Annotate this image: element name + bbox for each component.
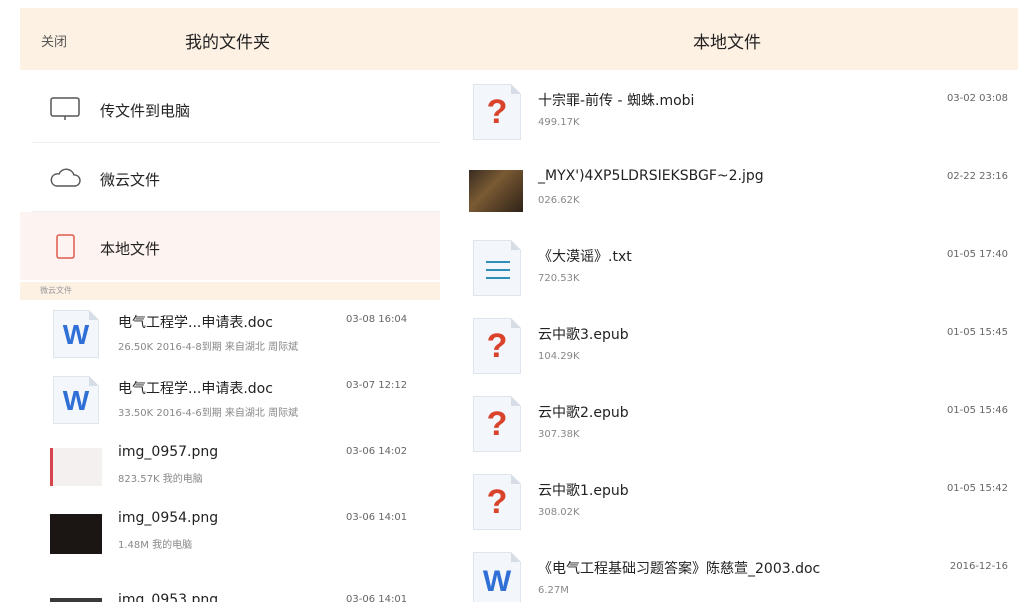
word-doc-icon: W bbox=[50, 310, 102, 358]
file-name: img_0953.png bbox=[118, 592, 219, 602]
word-doc-icon: W bbox=[469, 552, 525, 602]
sidebar-item-local-files[interactable]: 本地文件 bbox=[20, 212, 440, 280]
unknown-file-icon: ? bbox=[469, 396, 525, 452]
file-size: 307.38K bbox=[538, 429, 580, 440]
list-item[interactable]: W 《电气工程基础习题答案》陈慈萱_2003.doc 6.27M 2016-12… bbox=[455, 540, 1030, 602]
sidebar-item-weiyun[interactable]: 微云文件 bbox=[20, 143, 440, 211]
folder-sidebar: 传文件到电脑 微云文件 本地文件 微云文件 W 电气工程学...申请表.doc … bbox=[20, 70, 440, 602]
sidebar-item-label: 本地文件 bbox=[100, 240, 161, 258]
file-date: 01-05 15:45 bbox=[946, 327, 1008, 338]
file-name: _MYX')4XP5LDRSIEKSBGF~2.jpg bbox=[538, 168, 764, 184]
sidebar-item-label: 微云文件 bbox=[100, 171, 161, 189]
close-button[interactable]: 关闭 bbox=[41, 31, 67, 50]
file-date: 03-02 03:08 bbox=[946, 93, 1008, 104]
file-name: 云中歌2.epub bbox=[538, 405, 629, 421]
file-name: img_0954.png bbox=[118, 510, 219, 526]
list-item[interactable]: _MYX')4XP5LDRSIEKSBGF~2.jpg 026.62K 02-2… bbox=[455, 150, 1030, 228]
file-name: 十宗罪-前传 - 蜘蛛.mobi bbox=[538, 93, 695, 109]
unknown-file-icon: ? bbox=[469, 474, 525, 530]
sidebar-item-label: 传文件到电脑 bbox=[100, 102, 191, 120]
list-item[interactable]: ? 十宗罪-前传 - 蜘蛛.mobi 499.17K 03-02 03:08 bbox=[455, 72, 1030, 150]
list-item[interactable]: ? 云中歌3.epub 104.29K 01-05 15:45 bbox=[455, 306, 1030, 384]
header-bar: 关闭 我的文件夹 本地文件 bbox=[20, 8, 1018, 70]
list-item[interactable]: img_0953.png 03-06 14:01 bbox=[20, 566, 440, 602]
file-size: 499.17K bbox=[538, 117, 580, 128]
text-file-icon bbox=[469, 240, 525, 296]
file-date: 03-06 14:01 bbox=[346, 594, 408, 602]
file-size: 6.27M bbox=[538, 585, 569, 596]
image-thumbnail bbox=[469, 162, 525, 218]
cloud-icon bbox=[48, 165, 82, 191]
word-doc-icon: W bbox=[50, 376, 102, 424]
list-item[interactable]: ? 云中歌1.epub 308.02K 01-05 15:42 bbox=[455, 462, 1030, 540]
unknown-file-icon: ? bbox=[469, 318, 525, 374]
list-item[interactable]: 《大漠谣》.txt 720.53K 01-05 17:40 bbox=[455, 228, 1030, 306]
file-size: 104.29K bbox=[538, 351, 580, 362]
list-item[interactable]: ? 云中歌2.epub 307.38K 01-05 15:46 bbox=[455, 384, 1030, 462]
right-pane-title: 本地文件 bbox=[693, 33, 761, 53]
file-name: img_0957.png bbox=[118, 444, 219, 460]
image-thumbnail bbox=[50, 574, 102, 602]
unknown-file-icon: ? bbox=[469, 84, 525, 140]
image-thumbnail bbox=[50, 508, 102, 556]
file-date: 03-08 16:04 bbox=[346, 314, 408, 325]
file-meta: 1.48M 我的电脑 bbox=[118, 540, 193, 551]
local-files-list: ? 十宗罪-前传 - 蜘蛛.mobi 499.17K 03-02 03:08 _… bbox=[455, 70, 1030, 602]
list-item[interactable]: W 电气工程学...申请表.doc 33.50K 2016-4-6到期 来自湖北… bbox=[20, 368, 440, 434]
sidebar-item-send-to-pc[interactable]: 传文件到电脑 bbox=[20, 74, 440, 142]
file-name: 电气工程学...申请表.doc bbox=[118, 315, 273, 331]
file-size: 720.53K bbox=[538, 273, 580, 284]
file-name: 《电气工程基础习题答案》陈慈萱_2003.doc bbox=[538, 561, 821, 577]
image-thumbnail bbox=[50, 442, 102, 490]
file-meta: 33.50K 2016-4-6到期 来自湖北 周际斌 bbox=[118, 408, 299, 419]
list-item[interactable]: img_0957.png 823.57K 我的电脑 03-06 14:02 bbox=[20, 434, 440, 500]
file-date: 01-05 17:40 bbox=[946, 249, 1008, 260]
section-label: 微云文件 bbox=[40, 286, 72, 295]
list-item[interactable]: img_0954.png 1.48M 我的电脑 03-06 14:01 bbox=[20, 500, 440, 566]
file-name: 《大漠谣》.txt bbox=[538, 249, 632, 265]
file-date: 03-07 12:12 bbox=[346, 380, 408, 391]
file-size: 308.02K bbox=[538, 507, 580, 518]
file-name: 云中歌3.epub bbox=[538, 327, 629, 343]
tablet-icon bbox=[48, 234, 82, 260]
file-date: 02-22 23:16 bbox=[946, 171, 1008, 182]
file-meta: 26.50K 2016-4-8到期 来自湖北 周际斌 bbox=[118, 342, 299, 353]
file-date: 03-06 14:02 bbox=[346, 446, 408, 457]
file-date: 2016-12-16 bbox=[949, 561, 1008, 572]
file-date: 01-05 15:42 bbox=[946, 483, 1008, 494]
file-name: 电气工程学...申请表.doc bbox=[118, 381, 273, 397]
file-size: 026.62K bbox=[538, 195, 580, 206]
file-meta: 823.57K 我的电脑 bbox=[118, 474, 203, 485]
section-header: 微云文件 bbox=[20, 282, 440, 300]
list-item[interactable]: W 电气工程学...申请表.doc 26.50K 2016-4-8到期 来自湖北… bbox=[20, 302, 440, 368]
file-date: 01-05 15:46 bbox=[946, 405, 1008, 416]
left-pane-title: 我的文件夹 bbox=[185, 33, 270, 53]
file-name: 云中歌1.epub bbox=[538, 483, 629, 499]
monitor-icon bbox=[48, 96, 82, 122]
file-date: 03-06 14:01 bbox=[346, 512, 408, 523]
